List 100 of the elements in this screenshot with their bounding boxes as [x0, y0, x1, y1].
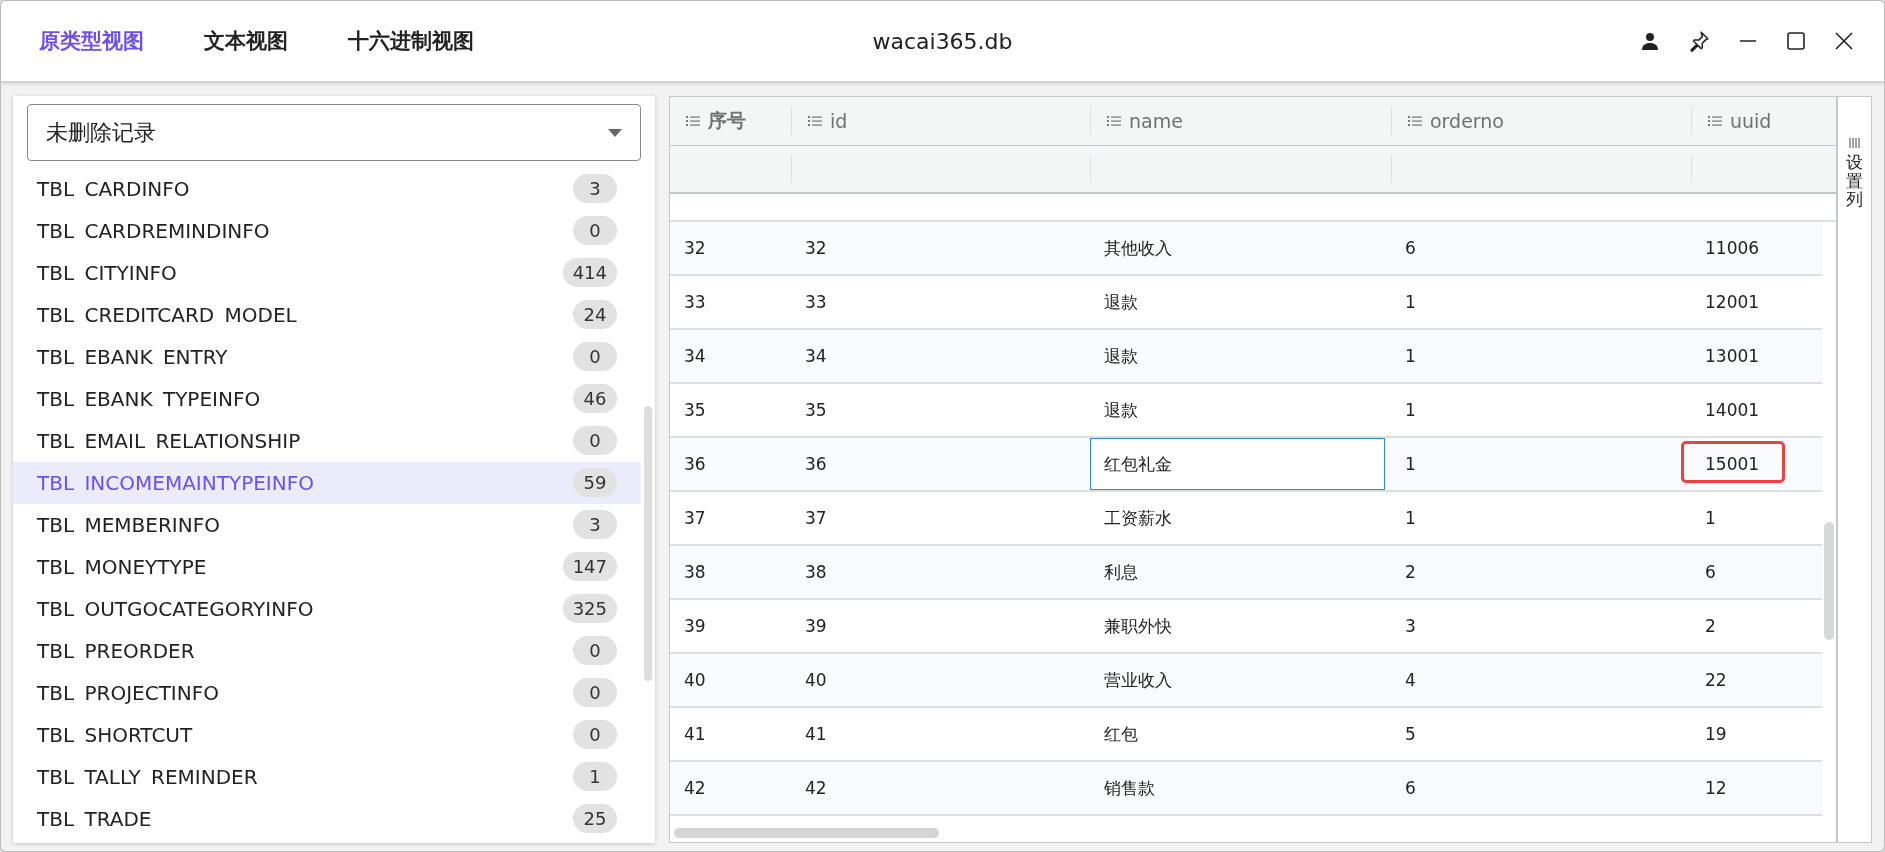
table-cell[interactable]: 36: [797, 438, 835, 490]
table-cell[interactable]: 22: [1697, 654, 1735, 706]
table-list-item[interactable]: TBL TALLY REMINDER 1: [13, 759, 641, 794]
table-list-item[interactable]: TBL INCOMEMAINTYPEINFO 59: [13, 461, 641, 504]
table-cell[interactable]: 34: [797, 330, 835, 382]
table-cell[interactable]: 14001: [1697, 384, 1768, 436]
table-cell[interactable]: 42: [676, 762, 714, 814]
table-cell[interactable]: 36: [676, 438, 714, 490]
table-list-item[interactable]: TBL CREDITCARD MODEL 24: [13, 297, 641, 332]
table-list-item[interactable]: TBL PROJECTINFO 0: [13, 675, 641, 710]
table-cell[interactable]: 2: [1697, 600, 1724, 652]
table-cell[interactable]: 6: [1397, 222, 1424, 274]
table-cell[interactable]: 34: [676, 330, 714, 382]
table-cell[interactable]: 4: [1397, 654, 1424, 706]
table-cell[interactable]: 利息: [1096, 546, 1146, 598]
row-count-badge: 0: [573, 720, 617, 749]
table-name: TBL CARDINFO: [37, 176, 190, 201]
scrollbar[interactable]: [1824, 522, 1834, 640]
table-cell[interactable]: 1: [1397, 438, 1424, 490]
column-header[interactable]: id: [791, 107, 1090, 135]
table-cell[interactable]: 退款: [1096, 384, 1146, 436]
window-title: wacai365.db: [872, 28, 1013, 54]
table-cell[interactable]: 工资薪水: [1096, 492, 1180, 544]
scrollbar[interactable]: [644, 406, 652, 681]
pin-icon[interactable]: [1688, 30, 1710, 52]
table-cell[interactable]: 11006: [1697, 222, 1768, 274]
table-cell[interactable]: 32: [676, 222, 714, 274]
table-list-item[interactable]: TBL CARDREMINDINFO 0: [13, 213, 641, 248]
table-cell[interactable]: 12001: [1697, 276, 1768, 328]
table-cell[interactable]: 40: [676, 654, 714, 706]
table-cell[interactable]: 42: [797, 762, 835, 814]
table-cell[interactable]: 兼职外快: [1096, 600, 1180, 652]
table-cell[interactable]: 40: [797, 654, 835, 706]
column-header[interactable]: 序号: [670, 107, 791, 135]
table-list-item[interactable]: TBL OUTGOCATEGORYINFO 325: [13, 591, 641, 626]
table-cell[interactable]: 12: [1697, 762, 1735, 814]
record-filter-dropdown[interactable]: 未删除记录: [27, 104, 641, 161]
maximize-icon[interactable]: [1786, 31, 1806, 51]
table-list-item[interactable]: TBL MEMBERINFO 3: [13, 507, 641, 542]
table-cell[interactable]: 1: [1397, 384, 1424, 436]
table-cell[interactable]: 15001: [1697, 438, 1768, 490]
row-count-badge: 0: [573, 426, 617, 455]
table-cell[interactable]: 6: [1697, 546, 1724, 598]
scrollbar[interactable]: [674, 828, 939, 838]
table-cell[interactable]: 41: [797, 708, 835, 760]
table-name: TBL CITYINFO: [37, 260, 177, 285]
table-cell[interactable]: 其他收入: [1096, 222, 1180, 274]
table-cell[interactable]: 退款: [1096, 330, 1146, 382]
table-cell[interactable]: 13001: [1697, 330, 1768, 382]
column-title: id: [830, 110, 848, 132]
table-cell[interactable]: 3: [1397, 600, 1424, 652]
view-tab[interactable]: 文本视图: [190, 21, 302, 61]
table-cell[interactable]: 1: [1397, 276, 1424, 328]
table-cell[interactable]: 5: [1397, 708, 1424, 760]
table-cell[interactable]: 红包礼金: [1090, 438, 1385, 490]
table-cell[interactable]: 39: [676, 600, 714, 652]
table-cell[interactable]: 38: [676, 546, 714, 598]
table-list-item[interactable]: TBL CARDINFO 3: [13, 171, 641, 206]
table-cell[interactable]: 37: [797, 492, 835, 544]
table-cell[interactable]: 6: [1397, 762, 1424, 814]
table-cell[interactable]: 退款: [1096, 276, 1146, 328]
table-name: TBL EMAIL RELATIONSHIP: [37, 428, 301, 453]
table-list-item[interactable]: TBL PREORDER 0: [13, 633, 641, 668]
table-list-item[interactable]: TBL EBANK TYPEINFO 46: [13, 381, 641, 416]
table-name: TBL TRADE: [37, 806, 152, 831]
table-list-item[interactable]: TBL EBANK ENTRY 0: [13, 339, 641, 374]
table-name: TBL EBANK TYPEINFO: [37, 386, 261, 411]
column-header[interactable]: orderno: [1391, 107, 1691, 135]
column-header[interactable]: name: [1090, 107, 1391, 135]
table-list-item[interactable]: TBL SHORTCUT 0: [13, 717, 641, 752]
table-name: TBL PREORDER: [37, 638, 195, 663]
row-count-badge: 46: [573, 384, 617, 413]
list-icon: [686, 115, 700, 127]
table-cell[interactable]: 33: [797, 276, 835, 328]
table-cell[interactable]: 19: [1697, 708, 1735, 760]
table-cell[interactable]: 39: [797, 600, 835, 652]
table-cell[interactable]: 35: [797, 384, 835, 436]
close-icon[interactable]: [1834, 31, 1854, 51]
row-count-badge: 3: [573, 174, 617, 203]
table-cell[interactable]: 红包: [1096, 708, 1146, 760]
view-tab[interactable]: 十六进制视图: [334, 21, 488, 61]
table-cell[interactable]: 1: [1397, 330, 1424, 382]
table-cell[interactable]: 35: [676, 384, 714, 436]
table-cell[interactable]: 营业收入: [1096, 654, 1180, 706]
table-list-item[interactable]: TBL TRADE 25: [13, 801, 641, 836]
table-cell[interactable]: 销售款: [1096, 762, 1163, 814]
row-count-badge: 1: [573, 762, 617, 791]
table-cell[interactable]: 1: [1397, 492, 1424, 544]
table-cell[interactable]: 2: [1397, 546, 1424, 598]
view-tab[interactable]: 原类型视图: [25, 21, 158, 61]
table-cell[interactable]: 38: [797, 546, 835, 598]
table-cell[interactable]: 32: [797, 222, 835, 274]
table-list-item[interactable]: TBL CITYINFO 414: [13, 255, 641, 290]
table-cell[interactable]: 37: [676, 492, 714, 544]
table-cell[interactable]: 33: [676, 276, 714, 328]
table-cell[interactable]: 1: [1697, 492, 1724, 544]
table-list-item[interactable]: TBL MONEYTYPE 147: [13, 549, 641, 584]
table-cell[interactable]: 41: [676, 708, 714, 760]
user-icon[interactable]: [1640, 31, 1660, 51]
table-list-item[interactable]: TBL EMAIL RELATIONSHIP 0: [13, 423, 641, 458]
